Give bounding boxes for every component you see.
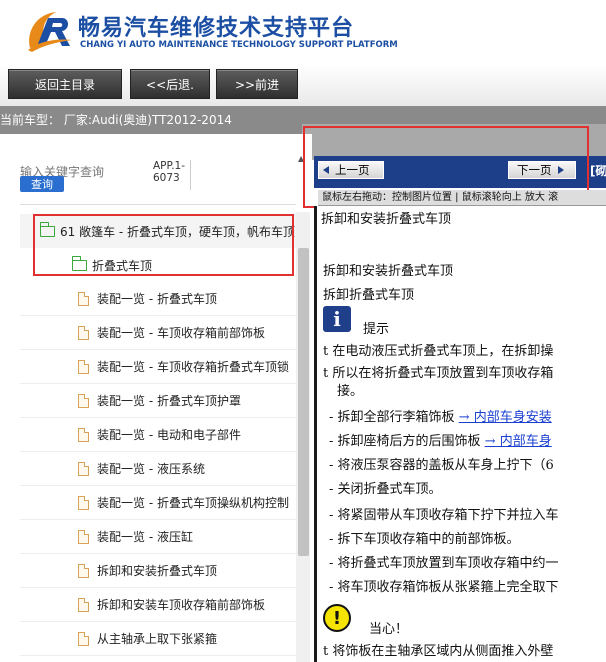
viewer-hint: 鼠标左右拖动：控制图片位置 | 鼠标滚轮向上 放大 滚: [318, 190, 606, 206]
document-icon: [78, 563, 89, 578]
document-icon: [78, 631, 89, 646]
note-line: 接。: [337, 384, 364, 399]
document-icon: [78, 495, 89, 510]
step-line: - 拆卸全部行李箱饰板 → 内部车身安装: [329, 410, 552, 425]
toolbar: 返回主目录 <<后退. >>前进: [0, 64, 606, 107]
tree-doc-item[interactable]: 装配一览 - 电动和电子部件: [20, 418, 296, 452]
search-button[interactable]: 查询: [20, 176, 64, 192]
warning-icon: !: [323, 604, 351, 632]
tree-doc-label: 装配一览 - 车顶收存箱折叠式车顶锁: [97, 360, 289, 374]
step-link[interactable]: → 内部车身安装: [459, 410, 552, 425]
document-icon: [78, 597, 89, 612]
tree-doc-item[interactable]: 拆卸和安装车顶收存箱前部饰板: [20, 588, 296, 622]
toc-tree: 61 敞篷车 - 折叠式车顶，硬车顶，帆布车顶 折叠式车顶 装配一览 - 折叠式…: [20, 212, 296, 662]
tree-doc-label: 拆卸和安装折叠式车顶: [97, 564, 218, 578]
tree-doc-item[interactable]: 装配一览 - 液压系统: [20, 452, 296, 486]
document-icon: [78, 291, 89, 306]
info-icon: i: [323, 306, 351, 332]
highlight-box: [33, 214, 294, 276]
tree-doc-label: 装配一览 - 液压缸: [97, 530, 193, 544]
brand-subtitle: CHANG YI AUTO MAINTENANCE TECHNOLOGY SUP…: [80, 40, 398, 50]
note-label: 提示: [363, 322, 390, 337]
home-button[interactable]: 返回主目录: [8, 69, 122, 99]
tree-doc-item[interactable]: 装配一览 - 液压缸: [20, 520, 296, 554]
tree-doc-label: 从主轴承上取下张紧箍: [97, 632, 218, 646]
document-icon: [78, 359, 89, 374]
current-vehicle-label: 当前车型： 厂家:Audi(奥迪)TT2012-2014: [0, 113, 232, 127]
tree-doc-label: 装配一览 - 电动和电子部件: [97, 428, 241, 442]
document-viewer: 拆卸和安装折叠式车顶 拆卸和安装折叠式车顶 拆卸折叠式车顶 i 提示 t 在电动…: [314, 206, 606, 662]
pager-extra: [砌: [590, 164, 606, 178]
divider: [20, 204, 296, 205]
tree-doc-label: 装配一览 - 车顶收存箱前部饰板: [97, 326, 265, 340]
tree-doc-item[interactable]: 装配一览 - 折叠式车顶操纵机构控制: [20, 486, 296, 520]
tree-doc-item[interactable]: 装配一览 - 车顶收存箱前部饰板: [20, 316, 296, 350]
divider: [190, 160, 191, 190]
tree-doc-item[interactable]: 装配一览 - 折叠式车顶: [20, 282, 296, 316]
forward-button[interactable]: >>前进: [216, 69, 298, 99]
tree-doc-label: 拆卸和安装车顶收存箱前部饰板: [97, 598, 266, 612]
document-icon: [78, 427, 89, 442]
tree-doc-label: 装配一览 - 折叠式车顶护罩: [97, 394, 241, 408]
tree-doc-item[interactable]: 装配一览 - 折叠式车顶护罩: [20, 384, 296, 418]
document-icon: [78, 529, 89, 544]
doc-subheading: 拆卸和安装折叠式车顶: [323, 264, 454, 279]
doc-heading: 拆卸和安装折叠式车顶: [321, 212, 452, 227]
tree-doc-label: 装配一览 - 折叠式车顶: [97, 292, 217, 306]
step-line: - 将车顶收存箱饰板从张紧箍上完全取下: [329, 580, 559, 595]
step-line: - 将紧固带从车顶收存箱下拧下并拉入车: [329, 508, 559, 523]
document-icon: [78, 325, 89, 340]
tree-doc-item[interactable]: 装配一览 - 车顶收存箱折叠式车顶锁: [20, 350, 296, 384]
scrollbar-thumb[interactable]: [298, 248, 309, 556]
step-line: - 拆卸座椅后方的后围饰板 → 内部车身: [329, 434, 552, 449]
step-line: - 将折叠式车顶放置到车顶收存箱中约一: [329, 556, 559, 571]
app-code: APP.1-6073: [153, 160, 186, 184]
step-line: - 拆下车顶收存箱中的前部饰板。: [329, 532, 520, 547]
brand-title: 畅易汽车维修技术支持平台: [78, 16, 355, 41]
note-line: t 所以在将折叠式车顶放置到车顶收存箱: [323, 366, 554, 381]
tree-doc-label: 装配一览 - 折叠式车顶操纵机构控制: [97, 496, 289, 510]
doc-subheading-2: 拆卸折叠式车顶: [323, 288, 415, 303]
note-line: t 在电动液压式折叠式车顶上，在拆卸操: [323, 344, 554, 359]
document-icon: [78, 393, 89, 408]
caution-label: 当心！: [369, 622, 409, 637]
step-line: - 将液压泵容器的盖板从车身上拧下（6: [329, 458, 554, 473]
back-button[interactable]: <<后退.: [130, 69, 210, 99]
step-link[interactable]: → 内部车身: [485, 434, 552, 449]
step-line: - 关闭折叠式车顶。: [329, 482, 442, 497]
tree-doc-item[interactable]: 从主轴承上取下张紧箍: [20, 622, 296, 656]
brand-logo-icon: [28, 12, 72, 52]
document-icon: [78, 461, 89, 476]
caution-line: t 将饰板在主轴承区域内从侧面推入外壁: [323, 644, 554, 659]
tree-doc-label: 装配一览 - 液压系统: [97, 462, 205, 476]
tree-doc-item[interactable]: 拆卸和安装折叠式车顶: [20, 554, 296, 588]
